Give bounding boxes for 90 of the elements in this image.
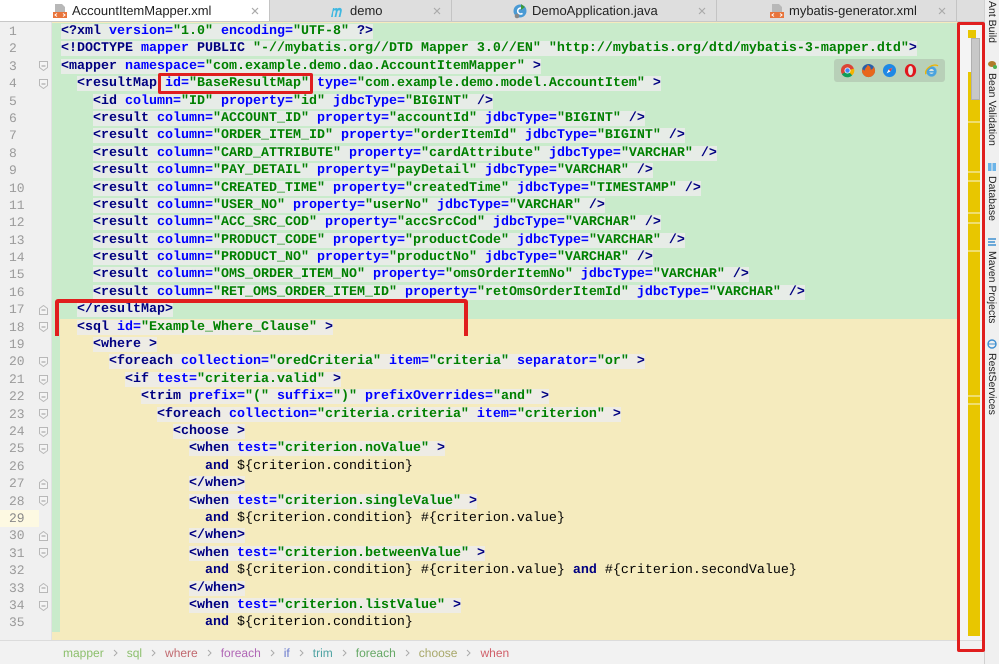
editor-tab[interactable]: DemoApplication.java	[452, 0, 717, 21]
editor-tab[interactable]: AccountItemMapper.xml	[0, 0, 270, 21]
line-number: 5	[8, 92, 18, 110]
close-icon[interactable]	[433, 7, 441, 15]
code-line: and ${criterion.condition}	[204, 458, 413, 474]
browser-icon[interactable]	[924, 63, 940, 78]
line-number: 12	[8, 214, 26, 232]
browser-icon[interactable]	[840, 63, 856, 78]
code-line: and ${criterion.condition} #{criterion.value} and #{criterion.secondValue}	[204, 563, 797, 578]
line-number: 25	[8, 440, 26, 458]
fold-icon[interactable]	[39, 600, 48, 611]
xml-file-icon	[769, 2, 785, 18]
line-number: 14	[8, 249, 26, 266]
chevron-icon	[404, 648, 410, 656]
fold-icon[interactable]	[39, 61, 48, 72]
chevron-icon	[466, 648, 472, 656]
database-icon	[987, 162, 998, 172]
browser-icon[interactable]	[903, 63, 918, 78]
line-number: 23	[8, 406, 26, 423]
line-number: 31	[8, 544, 26, 562]
tool-window-button[interactable]: Database	[985, 162, 999, 221]
line-number: 28	[8, 492, 26, 510]
code-line: and ${criterion.condition} #{criterion.value}	[204, 510, 565, 526]
code-line: and ${criterion.condition}	[204, 615, 413, 630]
chevron-icon	[270, 648, 275, 656]
fold-icon[interactable]	[39, 426, 48, 437]
line-number: 15	[8, 266, 26, 284]
globe-icon	[987, 339, 998, 350]
close-icon[interactable]	[698, 7, 706, 15]
editor-tab[interactable]: mybatis-generator.xml	[717, 0, 957, 21]
breadcrumb-item[interactable]: if	[284, 646, 290, 660]
line-number: 3	[8, 58, 18, 76]
line-number: 10	[8, 180, 26, 197]
close-icon[interactable]	[938, 7, 946, 15]
line-number: 13	[8, 232, 26, 250]
close-icon[interactable]	[251, 7, 259, 15]
fold-icon[interactable]	[39, 374, 48, 384]
chevron-icon	[298, 648, 304, 656]
line-number: 8	[8, 144, 18, 162]
line-number: 34	[8, 596, 26, 614]
line-number: 20	[8, 353, 26, 371]
fold-icon[interactable]	[39, 78, 48, 89]
line-number: 27	[8, 475, 26, 493]
chevron-icon	[206, 648, 212, 656]
line-number: 18	[8, 318, 26, 336]
tool-window-button[interactable]: RestServices	[985, 339, 999, 415]
line-number: 2	[8, 40, 18, 58]
chevron-icon	[151, 648, 156, 656]
bean-icon	[987, 59, 998, 70]
fold-icon[interactable]	[39, 409, 48, 420]
line-number: 17	[8, 301, 26, 319]
line-number: 16	[8, 284, 26, 302]
fold-icon[interactable]	[39, 392, 48, 402]
fold-icon[interactable]	[39, 548, 48, 558]
line-number: 19	[8, 336, 26, 354]
tool-window-button[interactable]: Bean Validation	[985, 59, 999, 146]
fold-icon[interactable]	[39, 357, 48, 368]
lines-icon	[987, 236, 998, 247]
browser-icon[interactable]	[861, 63, 876, 78]
fold-icon[interactable]	[39, 444, 48, 454]
scrollbar-thumb[interactable]	[971, 38, 980, 100]
chevron-icon	[112, 648, 118, 656]
fold-icon[interactable]	[39, 531, 48, 542]
tool-window-button[interactable]: Maven Projects	[985, 236, 999, 324]
fold-icon[interactable]	[39, 304, 48, 315]
line-number: 33	[8, 580, 26, 597]
chevron-icon	[342, 648, 347, 656]
editor-tab[interactable]: demo	[270, 0, 452, 21]
line-number: 35	[8, 614, 26, 632]
line-number: 6	[8, 110, 18, 128]
browser-icon[interactable]	[882, 63, 898, 78]
line-number: 11	[8, 196, 26, 214]
xml-file-icon	[52, 2, 68, 18]
class-icon	[512, 2, 528, 18]
line-number: 4	[8, 75, 18, 93]
line-number: 1	[8, 23, 18, 40]
fold-icon[interactable]	[39, 496, 48, 506]
line-number: 26	[8, 458, 26, 476]
line-number: 21	[8, 370, 26, 388]
fold-icon[interactable]	[39, 478, 48, 489]
line-number: 32	[8, 562, 26, 580]
fold-icon[interactable]	[39, 583, 48, 594]
line-number: 24	[8, 422, 26, 440]
line-number: 29	[0, 510, 39, 528]
line-number: 30	[8, 527, 26, 545]
fold-icon[interactable]	[39, 322, 48, 332]
line-number: 9	[8, 162, 18, 180]
tool-window-button[interactable]: Ant Build	[985, 1, 999, 44]
line-number: 22	[8, 388, 26, 406]
line-number: 7	[8, 127, 18, 145]
